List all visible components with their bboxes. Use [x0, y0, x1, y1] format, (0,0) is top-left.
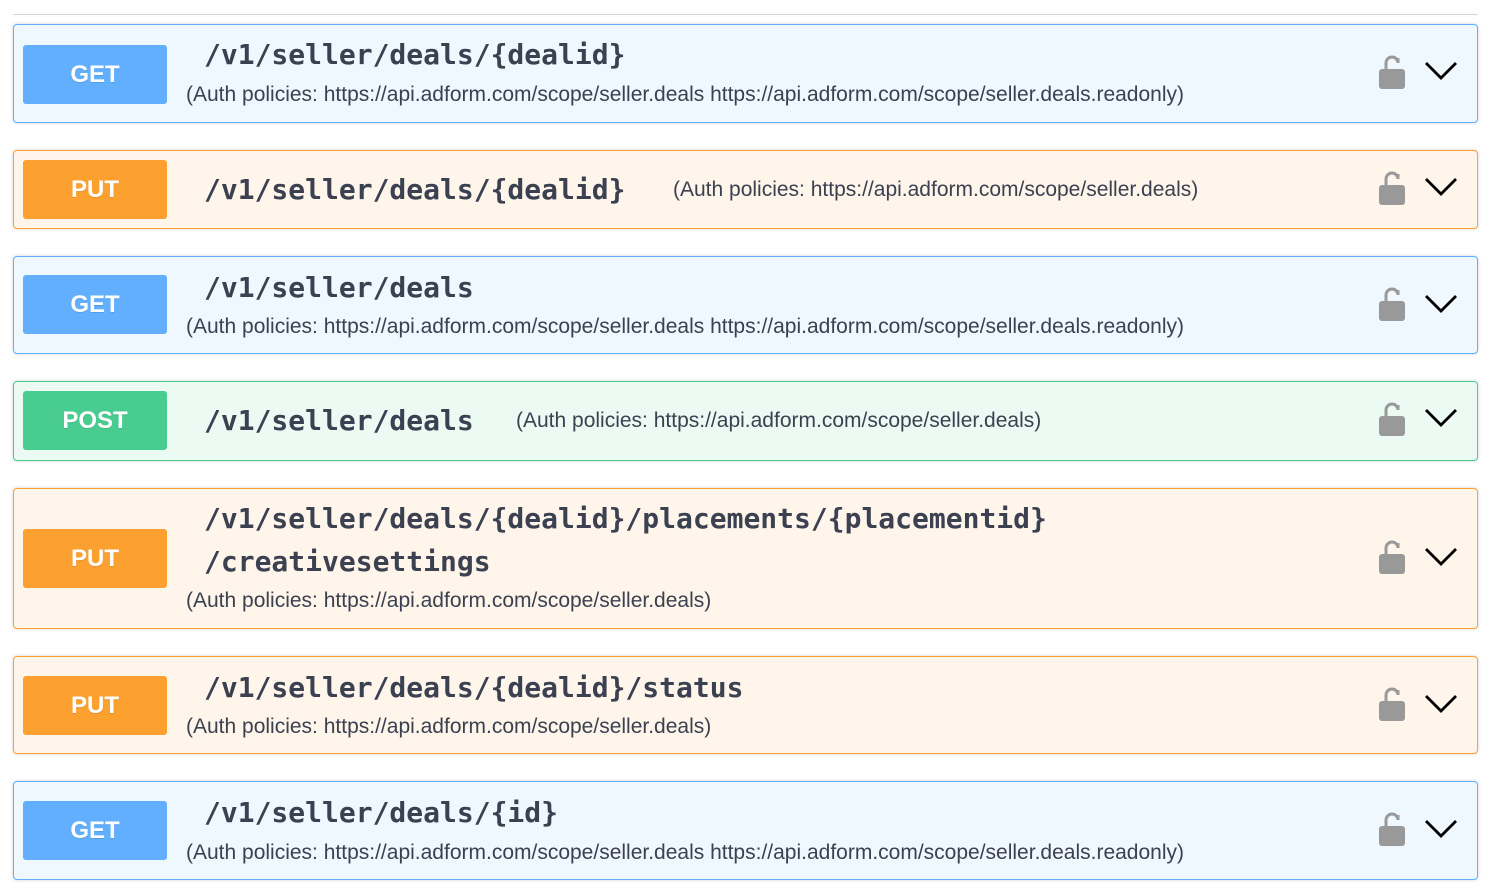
operation-path-line1: /v1/seller/deals/{dealid}/placements/{pl… — [204, 502, 1047, 535]
chevron-down-icon[interactable] — [1424, 408, 1458, 428]
lock-icon[interactable] — [1377, 538, 1407, 576]
operation-put-creativesettings[interactable]: PUT /v1/seller/deals/{dealid}/placements… — [13, 488, 1478, 629]
method-badge: PUT — [23, 160, 167, 219]
lock-icon[interactable] — [1377, 810, 1407, 848]
operation-path: /v1/seller/deals/{dealid} — [204, 173, 626, 206]
chevron-down-icon[interactable] — [1424, 819, 1458, 839]
auth-policies: (Auth policies: https://api.adform.com/s… — [186, 715, 712, 738]
operation-post-deals[interactable]: POST /v1/seller/deals (Auth policies: ht… — [13, 381, 1478, 461]
operation-path: /v1/seller/deals/{id} — [204, 796, 559, 829]
operation-path: /v1/seller/deals/{dealid}/status — [204, 671, 744, 704]
method-badge: GET — [23, 275, 167, 334]
method-badge: GET — [23, 801, 167, 860]
operation-get-deal[interactable]: GET /v1/seller/deals/{dealid} (Auth poli… — [13, 24, 1478, 123]
method-badge: PUT — [23, 529, 167, 588]
operation-put-deal[interactable]: PUT /v1/seller/deals/{dealid} (Auth poli… — [13, 150, 1478, 229]
operation-get-deals[interactable]: GET /v1/seller/deals (Auth policies: htt… — [13, 256, 1478, 354]
operation-put-status[interactable]: PUT /v1/seller/deals/{dealid}/status (Au… — [13, 656, 1478, 754]
operation-path: /v1/seller/deals — [204, 271, 474, 304]
chevron-down-icon[interactable] — [1424, 694, 1458, 714]
auth-policies: (Auth policies: https://api.adform.com/s… — [186, 83, 1184, 106]
method-badge: GET — [23, 45, 167, 104]
operation-path: /v1/seller/deals/{dealid} — [204, 38, 626, 71]
lock-icon[interactable] — [1377, 53, 1407, 91]
chevron-down-icon[interactable] — [1424, 547, 1458, 567]
operation-path: /v1/seller/deals — [204, 404, 474, 437]
lock-icon[interactable] — [1377, 400, 1407, 438]
auth-policies: (Auth policies: https://api.adform.com/s… — [516, 409, 1042, 432]
chevron-down-icon[interactable] — [1424, 177, 1458, 197]
auth-policies: (Auth policies: https://api.adform.com/s… — [186, 315, 1184, 338]
auth-policies: (Auth policies: https://api.adform.com/s… — [186, 589, 712, 612]
lock-icon[interactable] — [1377, 285, 1407, 323]
lock-icon[interactable] — [1377, 169, 1407, 207]
chevron-down-icon[interactable] — [1424, 61, 1458, 81]
method-badge: PUT — [23, 676, 167, 735]
auth-policies: (Auth policies: https://api.adform.com/s… — [186, 841, 1184, 864]
method-badge: POST — [23, 391, 167, 450]
chevron-down-icon[interactable] — [1424, 294, 1458, 314]
auth-policies: (Auth policies: https://api.adform.com/s… — [673, 178, 1199, 201]
top-divider — [13, 14, 1478, 15]
operation-get-deal-by-id[interactable]: GET /v1/seller/deals/{id} (Auth policies… — [13, 781, 1478, 880]
operation-path-line2: /creativesettings — [204, 545, 491, 578]
lock-icon[interactable] — [1377, 685, 1407, 723]
